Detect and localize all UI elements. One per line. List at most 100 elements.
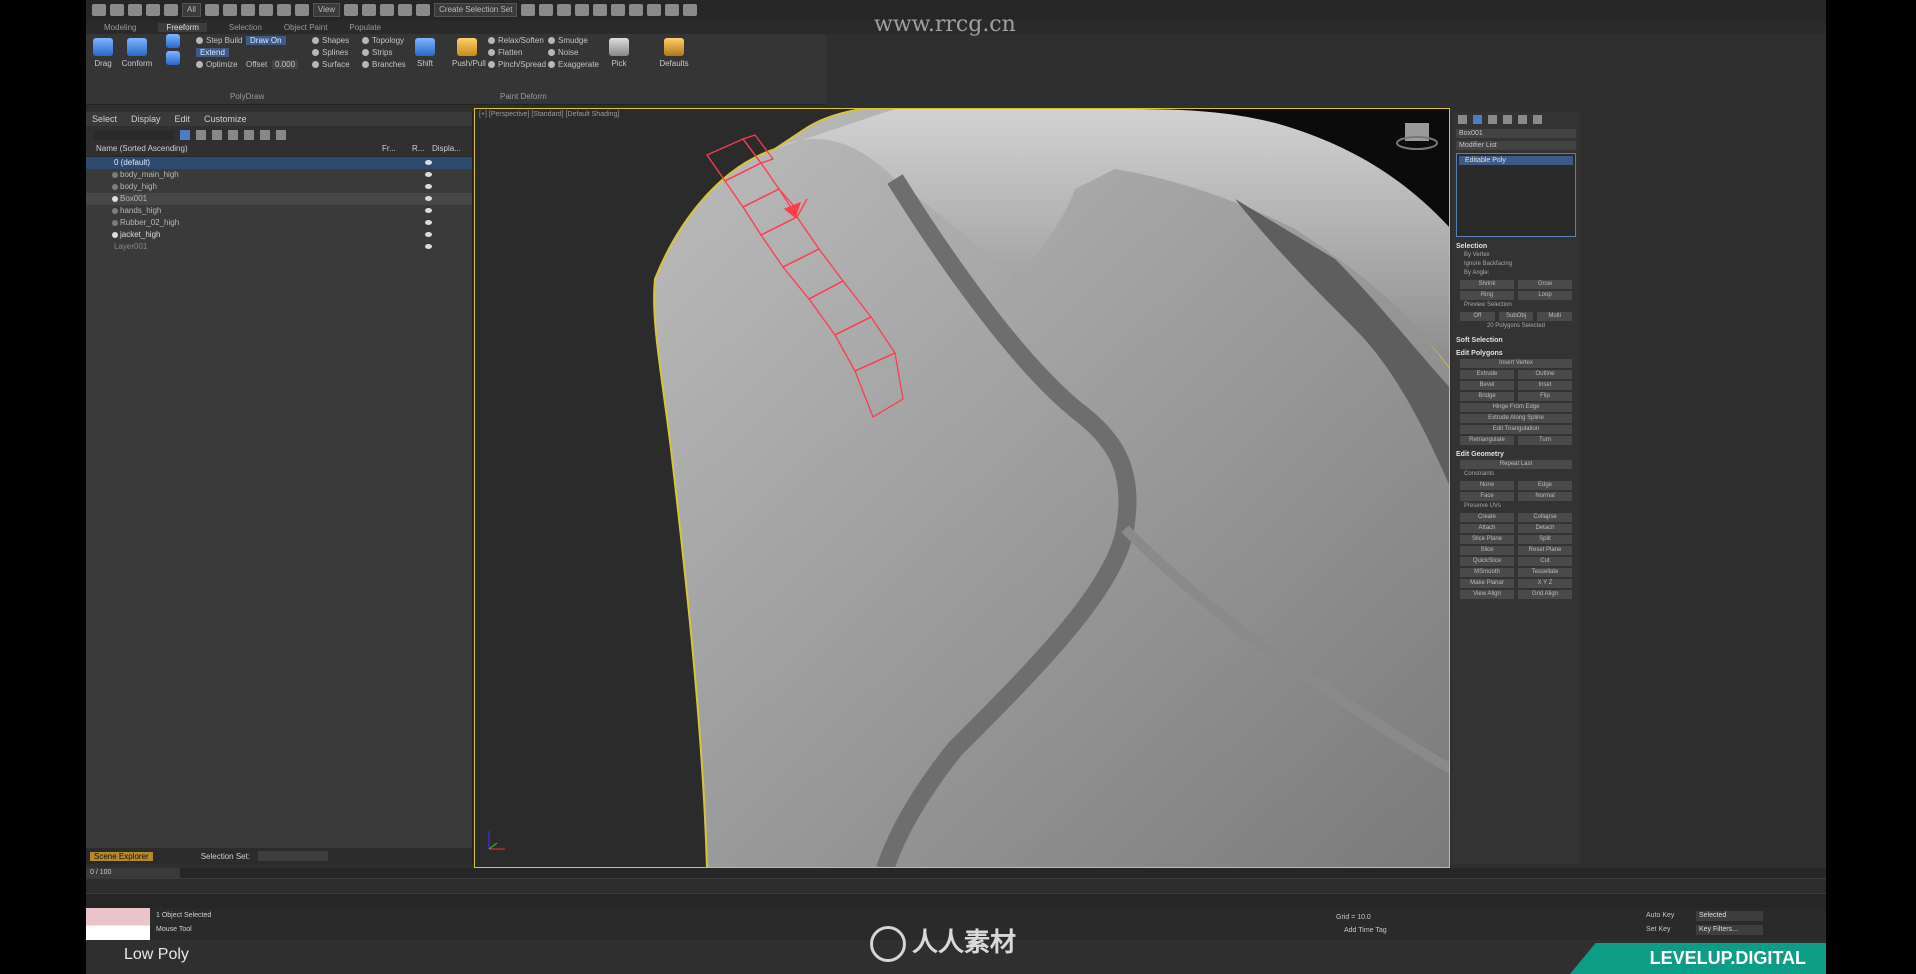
xyz-buttons[interactable]: X Y Z [1518,579,1572,588]
bind-icon[interactable] [164,4,178,16]
visibility-icon[interactable] [112,196,118,202]
render-icon[interactable] [683,4,698,16]
by-angle-checkbox[interactable]: By Angle: [1464,270,1568,278]
preserve-uvs-checkbox[interactable]: Preserve UVs [1464,503,1568,511]
select-by-name-icon[interactable] [222,4,237,16]
select-icon[interactable] [204,4,219,16]
eye-icon[interactable] [425,160,432,165]
render-setup-icon[interactable] [647,4,662,16]
helper-icon[interactable] [276,130,286,140]
spinner-snap-icon[interactable] [416,4,431,16]
object-row-selected[interactable]: Box001 [86,193,472,205]
modify-tab-icon[interactable] [1473,114,1482,124]
column-frozen[interactable]: Fr... [382,144,412,156]
move-icon[interactable] [258,4,273,16]
shrink-button[interactable]: Shrink [1460,280,1514,289]
cut-button[interactable]: Cut [1518,557,1572,566]
edit-geometry-rollout[interactable]: Edit Geometry [1456,451,1576,458]
create-button[interactable]: Create [1460,513,1514,522]
soft-selection-rollout[interactable]: Soft Selection [1456,337,1576,344]
insert-vertex-button[interactable]: Insert Vertex [1460,359,1572,368]
strips-button[interactable]: Strips [362,48,392,57]
eye-icon[interactable] [425,172,432,177]
eye-icon[interactable] [425,196,432,201]
ring-button[interactable]: Ring [1460,291,1514,300]
filter-dropdown[interactable]: All [182,3,201,17]
tessellate-button[interactable]: Tessellate [1518,568,1572,577]
slice-button[interactable]: Slice [1460,546,1514,555]
smudge-button[interactable]: Smudge [548,36,588,45]
light-icon[interactable] [260,130,270,140]
object-row[interactable]: body_high [86,181,472,193]
shapes-button[interactable]: Shapes [312,36,349,45]
collapse-button[interactable]: Collapse [1518,513,1572,522]
topology-button[interactable]: Topology [362,36,404,45]
stack-item-editable-poly[interactable]: Editable Poly [1459,156,1573,165]
menu-select[interactable]: Select [92,114,117,124]
by-vertex-checkbox[interactable]: By Vertex [1464,252,1568,260]
menu-edit[interactable]: Edit [175,114,191,124]
exaggerate-button[interactable]: Exaggerate [548,60,599,69]
layer-icon[interactable] [212,130,222,140]
bevel-button[interactable]: Bevel [1460,381,1514,390]
key-selection-dropdown[interactable]: Selected [1696,911,1763,921]
redo-icon[interactable] [110,4,124,16]
tab-freeform[interactable]: Freeform [158,22,207,32]
push-pull-button[interactable]: Push/Pull [452,38,486,68]
hierarchy-tab-icon[interactable] [1488,114,1497,124]
turn-button[interactable]: Turn [1518,436,1572,445]
filter-icon[interactable] [180,130,190,140]
align-icon[interactable] [539,4,554,16]
link-icon[interactable] [128,4,142,16]
modifier-list-dropdown[interactable]: Modifier List [1456,141,1576,150]
preview-subobj-radio[interactable]: SubObj [1498,312,1534,321]
column-renderable[interactable]: R... [412,144,432,156]
split-button[interactable]: Split [1518,535,1572,544]
pinch-spread-button[interactable]: Pinch/Spread [488,60,546,69]
column-name[interactable]: Name (Sorted Ascending) [96,144,382,156]
set-key-button[interactable]: Set Key [1646,926,1671,933]
tab-modeling[interactable]: Modeling [104,23,136,32]
make-planar-button[interactable]: Make Planar [1460,579,1514,588]
visibility-icon[interactable] [112,232,118,238]
scale-icon[interactable] [294,4,309,16]
constraint-face-radio[interactable]: Face [1460,492,1514,501]
object-row[interactable]: Rubber_02_high [86,217,472,229]
snap-icon[interactable] [362,4,377,16]
visibility-icon[interactable] [112,220,118,226]
motion-tab-icon[interactable] [1503,114,1512,124]
eye-icon[interactable] [425,184,432,189]
time-slider-handle[interactable]: 0 / 100 [86,868,180,878]
edit-triangulation-button[interactable]: Edit Triangulation [1460,425,1572,434]
object-row[interactable]: hands_high [86,205,472,217]
render-frame-icon[interactable] [665,4,680,16]
branches-button[interactable]: Branches [362,60,406,69]
tab-populate[interactable]: Populate [349,23,381,32]
visibility-icon[interactable] [112,172,118,178]
perspective-viewport[interactable]: [+] [Perspective] [Standard] [Default Sh… [474,108,1450,868]
object-name-field[interactable]: Box001 [1456,129,1576,138]
menu-customize[interactable]: Customize [204,114,247,124]
add-time-tag-button[interactable]: Add Time Tag [1344,927,1387,934]
shift-button[interactable]: Shift [412,38,438,68]
drag-button[interactable]: Drag [90,38,116,68]
preview-multi-radio[interactable]: Multi [1537,312,1573,321]
inset-button[interactable]: Inset [1518,381,1572,390]
layer-row[interactable]: Layer001 [86,241,472,253]
lock-icon[interactable] [196,130,206,140]
pick-button[interactable]: Pick [606,38,632,68]
retriangulate-button[interactable]: Retriangulate [1460,436,1514,445]
rect-select-icon[interactable] [240,4,255,16]
track-bar[interactable] [86,878,1826,894]
flatten-button[interactable]: Flatten [488,48,522,57]
mirror-icon[interactable] [521,4,536,16]
extend-button[interactable]: Extend [196,48,229,57]
edit-polygons-rollout[interactable]: Edit Polygons [1456,350,1576,357]
schematic-icon[interactable] [611,4,626,16]
optimize-button[interactable]: Optimize [196,60,238,69]
key-filters-button[interactable]: Key Filters... [1696,925,1763,935]
eye-icon[interactable] [425,220,432,225]
defaults-button[interactable]: Defaults [656,38,692,68]
scene-explorer-dropdown[interactable]: Scene Explorer [90,851,153,861]
pivot-icon[interactable] [344,4,359,16]
